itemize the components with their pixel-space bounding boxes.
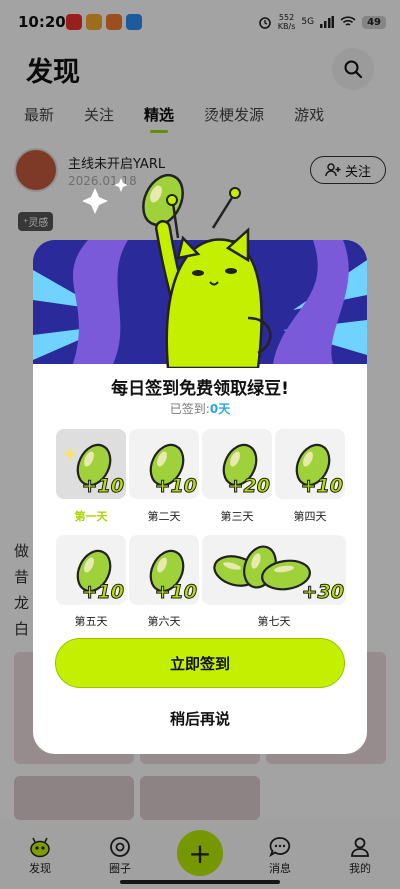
day-card-7[interactable]: +30	[202, 535, 346, 605]
bonus-value: +10	[154, 475, 197, 498]
signed-prefix: 已签到:	[169, 402, 210, 416]
bonus-value: +10	[154, 581, 197, 604]
mascot-illustration	[83, 173, 272, 368]
day-label-1: 第一天	[74, 510, 108, 523]
signed-days: 已签到:0天	[33, 400, 367, 417]
bonus-value: +30	[301, 581, 344, 604]
day-card-6[interactable]: +10	[129, 535, 199, 605]
day-card-1[interactable]: +10	[56, 429, 126, 499]
checkin-modal: 每日签到免费领取绿豆! 已签到:0天 +10 +10 +20 +10 第一天 第…	[33, 173, 367, 754]
bonus-value: +10	[300, 475, 343, 498]
day-card-3[interactable]: +20	[202, 429, 272, 499]
day-card-4[interactable]: +10	[275, 429, 345, 499]
day-label-3: 第三天	[220, 510, 254, 523]
day-label-4: 第四天	[293, 510, 327, 523]
day-label-5: 第五天	[74, 615, 108, 628]
day-card-2[interactable]: +10	[129, 429, 199, 499]
signed-count: 0天	[209, 402, 231, 416]
later-button[interactable]: 稍后再说	[55, 702, 345, 734]
bonus-value: +20	[227, 475, 270, 498]
bonus-value: +10	[81, 475, 124, 498]
sign-in-button[interactable]: 立即签到	[55, 638, 345, 688]
day-label-2: 第二天	[147, 510, 181, 523]
day-label-6: 第六天	[147, 615, 181, 628]
day-card-5[interactable]: +10	[56, 535, 126, 605]
bonus-value: +10	[81, 581, 124, 604]
modal-title: 每日签到免费领取绿豆!	[111, 379, 289, 399]
day-label-7: 第七天	[257, 615, 291, 628]
